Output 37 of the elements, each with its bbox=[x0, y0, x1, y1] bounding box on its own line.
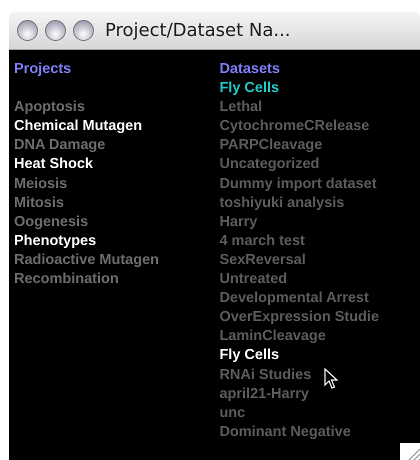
current-dataset-label: Fly Cells bbox=[219, 79, 280, 98]
dataset-item[interactable]: Lethal bbox=[219, 98, 262, 118]
dataset-item[interactable]: OverExpression Studie bbox=[219, 308, 380, 328]
dataset-item[interactable]: PARPCleavage bbox=[219, 136, 322, 156]
project-item[interactable]: Mitosis bbox=[14, 194, 64, 213]
window-title: Project/Dataset Na... bbox=[105, 20, 291, 41]
dataset-item[interactable]: april21-Harry bbox=[219, 384, 309, 404]
project-item[interactable]: Oogenesis bbox=[14, 212, 88, 232]
project-item[interactable]: Apoptosis bbox=[14, 98, 85, 118]
project-item[interactable]: Radioactive Mutagen bbox=[14, 250, 160, 270]
dataset-item[interactable]: LaminCleavage bbox=[219, 327, 326, 346]
dataset-item[interactable]: Fly Cells bbox=[219, 346, 280, 366]
project-item[interactable]: Meiosis bbox=[14, 174, 68, 194]
column-heading: Datasets bbox=[219, 60, 280, 79]
dataset-item[interactable]: Uncategorized bbox=[219, 155, 320, 175]
column-heading: Projects bbox=[14, 60, 72, 79]
project-item[interactable]: Heat Shock bbox=[14, 155, 93, 175]
dataset-item[interactable]: Dummy import dataset bbox=[219, 174, 377, 194]
dataset-item[interactable]: Harry bbox=[219, 212, 258, 232]
dataset-item[interactable]: toshiyuki analysis bbox=[219, 194, 344, 213]
window-control-button[interactable] bbox=[73, 20, 94, 41]
project-item[interactable]: Chemical Mutagen bbox=[14, 117, 142, 136]
dataset-item[interactable]: 4 march test bbox=[219, 232, 305, 251]
resize-grip-icon[interactable] bbox=[400, 443, 420, 460]
window-control-button[interactable] bbox=[45, 20, 66, 41]
dataset-item[interactable]: SexReversal bbox=[219, 250, 306, 270]
dataset-item[interactable]: Developmental Arrest bbox=[219, 289, 369, 308]
window-control-button[interactable] bbox=[17, 20, 38, 41]
dataset-item[interactable]: CytochromeCRelease bbox=[219, 117, 370, 136]
dataset-item[interactable]: RNAi Studies bbox=[219, 366, 312, 385]
project-item[interactable]: DNA Damage bbox=[14, 136, 106, 156]
dataset-item[interactable]: unc bbox=[219, 404, 246, 423]
cursor-icon bbox=[324, 368, 338, 390]
project-item[interactable]: Phenotypes bbox=[14, 232, 96, 251]
dataset-item[interactable]: Dominant Negative bbox=[219, 422, 351, 442]
project-item[interactable]: Recombination bbox=[14, 270, 119, 290]
dataset-item[interactable]: Untreated bbox=[219, 270, 288, 290]
